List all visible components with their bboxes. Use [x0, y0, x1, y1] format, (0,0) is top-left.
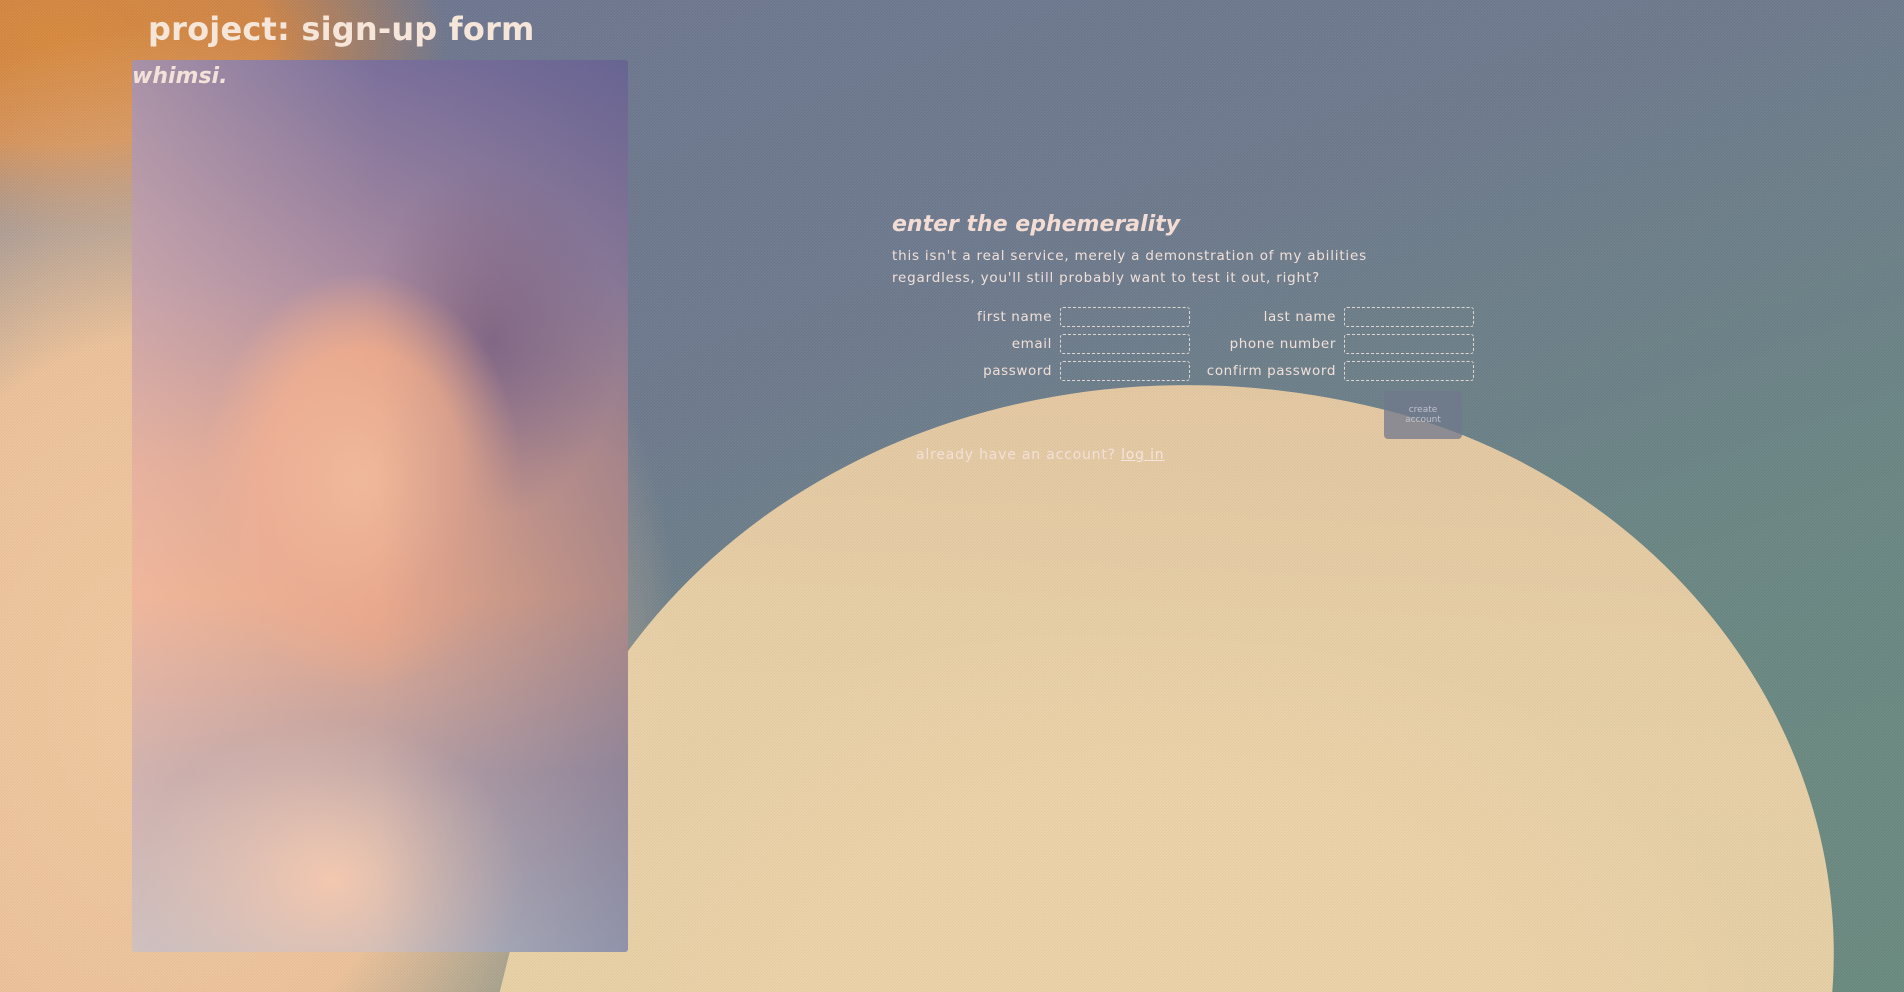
page-title: project: sign-up form	[148, 10, 535, 48]
brand-logo: whimsi.	[132, 64, 228, 89]
form-subtitle-line-1: this isn't a real service, merely a demo…	[892, 248, 1367, 264]
last-name-input[interactable]	[1344, 307, 1474, 327]
form-fields: first name last name email phone number …	[892, 307, 1492, 381]
hero-image-panel	[132, 60, 628, 952]
password-label: password	[983, 363, 1052, 379]
first-name-label: first name	[977, 309, 1052, 325]
phone-number-label: phone number	[1229, 336, 1336, 352]
form-heading: enter the ephemerality	[892, 212, 1181, 237]
last-name-label: last name	[1263, 309, 1336, 325]
password-input[interactable]	[1060, 361, 1190, 381]
confirm-password-label: confirm password	[1206, 363, 1336, 379]
submit-row: create account	[892, 391, 1462, 439]
phone-number-input[interactable]	[1344, 334, 1474, 354]
first-name-input[interactable]	[1060, 307, 1190, 327]
log-in-link[interactable]: log in	[1121, 447, 1164, 463]
login-prompt: already have an account? log in	[916, 447, 1492, 463]
form-subtitle-line-2: regardless, you'll still probably want t…	[892, 270, 1320, 286]
login-prompt-text: already have an account?	[916, 447, 1116, 463]
email-input[interactable]	[1060, 334, 1190, 354]
create-account-button[interactable]: create account	[1384, 391, 1462, 439]
email-label: email	[1011, 336, 1052, 352]
confirm-password-input[interactable]	[1344, 361, 1474, 381]
signup-form: enter the ephemerality this isn't a real…	[892, 212, 1492, 463]
page-background: project: sign-up form whimsi. enter the …	[0, 0, 1904, 992]
